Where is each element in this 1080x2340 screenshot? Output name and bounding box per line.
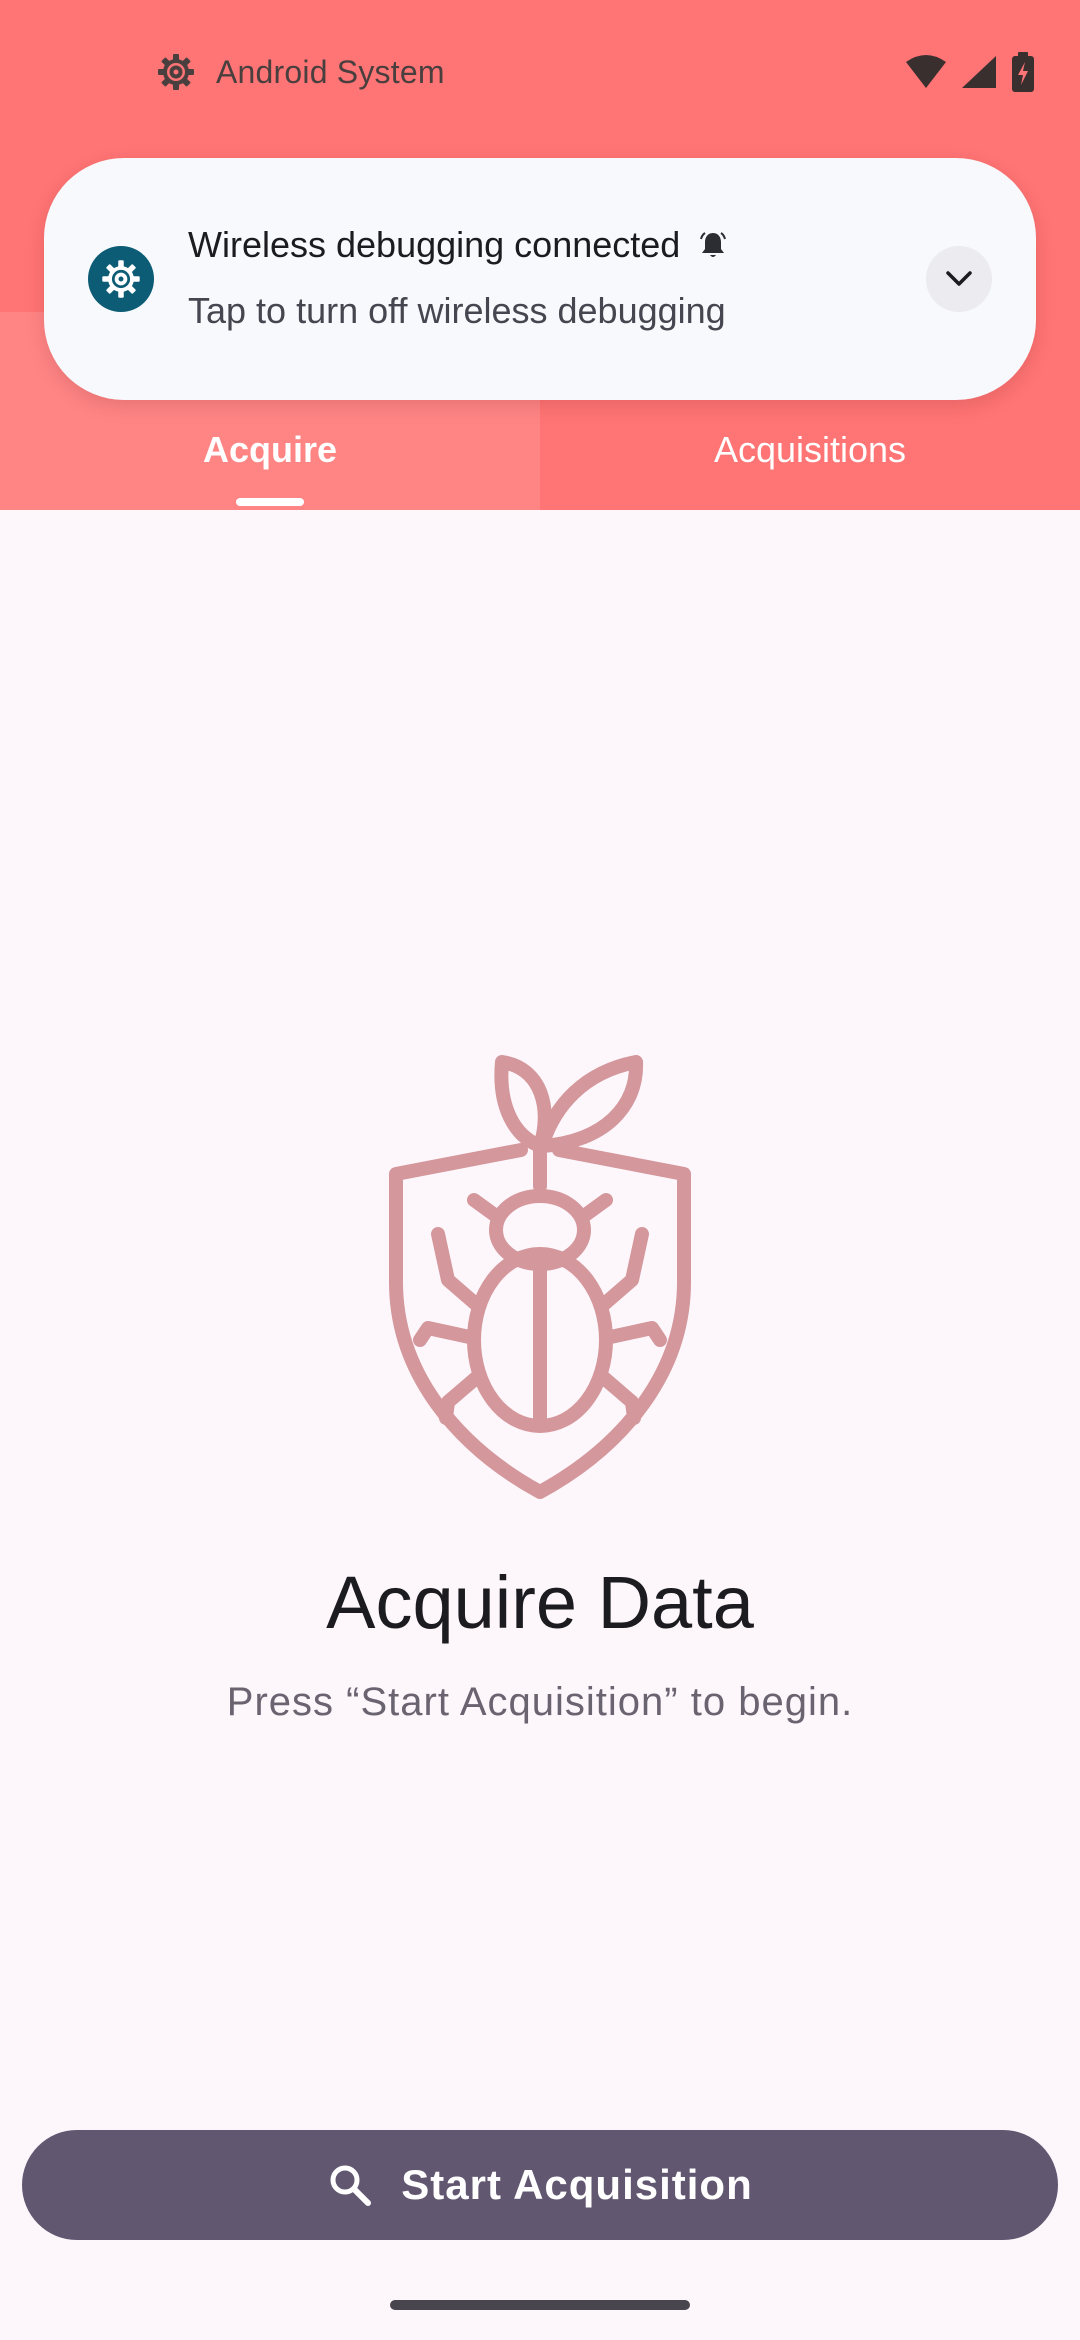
- tab-acquire[interactable]: Acquire: [0, 390, 540, 510]
- start-acquisition-button[interactable]: Start Acquisition: [22, 2130, 1058, 2240]
- search-icon: [330, 2165, 372, 2206]
- page-title: Acquire Data: [326, 1561, 754, 1644]
- notification-title: Wireless debugging connected: [188, 224, 681, 265]
- wifi-icon: [906, 55, 946, 88]
- status-icons: [904, 48, 1036, 96]
- settings-gear-icon: [158, 54, 194, 90]
- notification-app-icon: [88, 246, 154, 312]
- settings-gear-icon: [102, 260, 140, 298]
- notification-title-row: Wireless debugging connected: [188, 224, 728, 266]
- tab-acquisitions-label: Acquisitions: [713, 429, 907, 470]
- bug-shield-icon: [384, 1050, 696, 1500]
- notification-text: Tap to turn off wireless debugging: [188, 290, 726, 331]
- status-bar: Android System: [0, 0, 1080, 144]
- status-app-label: Android System: [216, 53, 445, 90]
- start-acquisition-label: Start Acquisition: [401, 2161, 753, 2208]
- cellular-signal-icon: [962, 56, 996, 88]
- battery-charging-icon: [1012, 52, 1034, 92]
- tab-acquire-label: Acquire: [202, 429, 338, 470]
- tab-bar: Acquire Acquisitions: [0, 390, 1080, 510]
- tab-acquisitions[interactable]: Acquisitions: [540, 390, 1080, 510]
- notification-card[interactable]: Wireless debugging connected Tap to turn…: [44, 158, 1036, 400]
- notification-expand-button[interactable]: [926, 246, 992, 312]
- page-subtitle: Press “Start Acquisition” to begin.: [226, 1680, 854, 1724]
- status-app-indicator: Android System: [156, 48, 445, 96]
- chevron-down-icon: [946, 271, 972, 286]
- tab-indicator: [236, 498, 304, 506]
- notification-bell-icon: [700, 232, 727, 257]
- gesture-navigation-bar[interactable]: [390, 2300, 690, 2310]
